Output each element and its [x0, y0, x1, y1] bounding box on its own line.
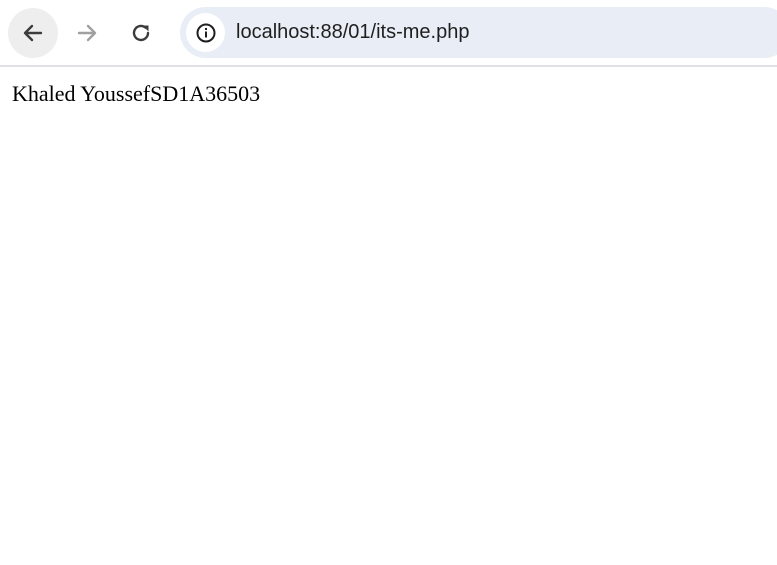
browser-toolbar: localhost:88/01/its-me.php: [0, 0, 777, 67]
reload-icon: [132, 24, 150, 42]
reload-button[interactable]: [116, 8, 166, 58]
info-circle-icon: [196, 23, 215, 42]
url-text[interactable]: localhost:88/01/its-me.php: [236, 19, 469, 45]
page-body-text: Khaled YoussefSD1A36503: [12, 81, 261, 106]
arrow-left-icon: [23, 24, 43, 42]
back-button[interactable]: [8, 8, 58, 58]
site-info-button[interactable]: [186, 13, 225, 52]
arrow-right-icon: [77, 24, 97, 42]
address-bar[interactable]: localhost:88/01/its-me.php: [180, 7, 777, 58]
forward-button[interactable]: [62, 8, 112, 58]
